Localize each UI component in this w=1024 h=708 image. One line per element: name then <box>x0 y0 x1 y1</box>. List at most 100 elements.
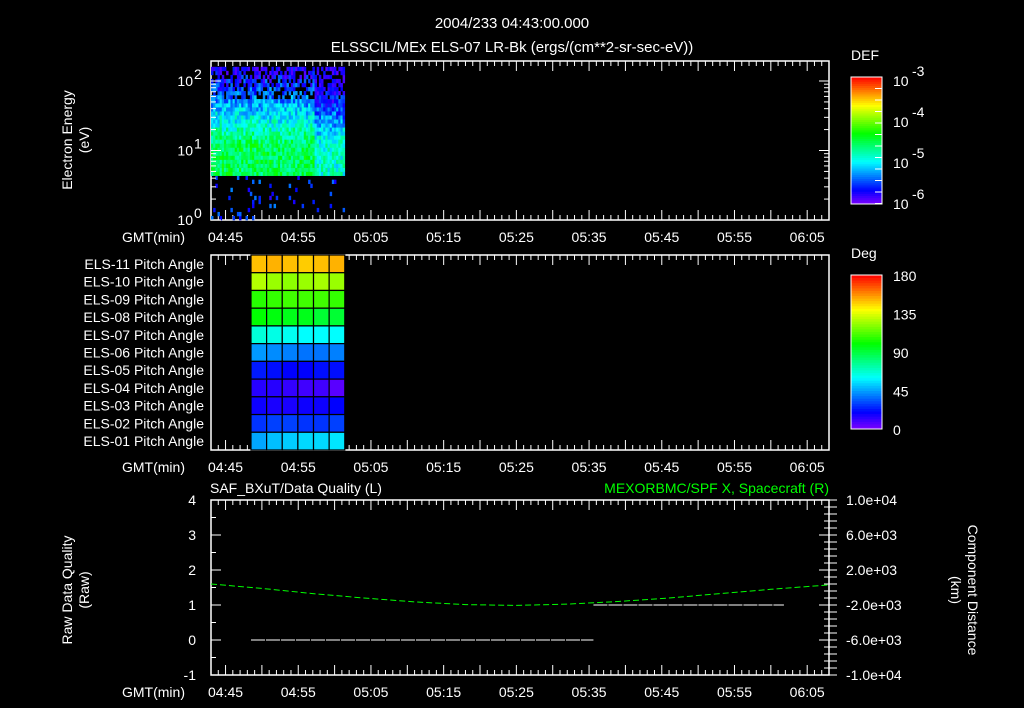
spectrogram-cell <box>232 155 236 160</box>
colorbar-deg-tick-label: 0 <box>893 422 901 438</box>
spectrogram-cell <box>249 139 253 144</box>
spectrogram-cell <box>251 103 255 108</box>
spectrogram-cell <box>223 139 227 144</box>
spectrogram-cell <box>318 123 322 128</box>
spectrogram-cell <box>340 70 343 76</box>
spectrogram-cell <box>254 143 257 148</box>
spectrogram-cell <box>290 155 294 160</box>
spectrogram-cell <box>316 155 320 160</box>
spectrogram-cell <box>277 171 281 176</box>
spectrogram-cell <box>219 143 223 148</box>
spectrogram-cell <box>221 139 225 144</box>
spectrogram-cell <box>228 167 231 172</box>
spectrogram-cell <box>333 95 337 100</box>
spectrogram-cell <box>277 155 281 160</box>
spectrogram-cell <box>308 131 311 136</box>
spectrogram-cell <box>310 115 313 120</box>
spectrogram-cell <box>258 147 261 152</box>
spectrogram-cell <box>312 159 315 164</box>
spectrogram-cell <box>226 127 229 132</box>
spectrogram-cell <box>314 115 318 120</box>
spectrogram-cell <box>249 123 253 128</box>
energy-tick-label: 10 <box>177 73 193 89</box>
spectrogram-cell <box>251 123 255 128</box>
spectrogram-cell <box>284 123 287 128</box>
spectrogram-cell <box>230 159 233 164</box>
spectrogram-cell <box>299 131 302 136</box>
spectrogram-cell <box>213 123 216 128</box>
spectrogram-cell <box>299 74 302 80</box>
spectrogram-cell <box>273 155 277 160</box>
x-tick-label: 06:05 <box>790 459 825 475</box>
spectrogram-cell <box>269 107 272 112</box>
spectrogram-cell <box>262 147 266 152</box>
spectrogram-cell <box>325 167 328 172</box>
spectrogram-cell <box>273 70 277 76</box>
spectrogram-cell <box>299 163 302 168</box>
spectrogram-cell <box>267 127 270 132</box>
spectrogram-cell <box>290 119 294 124</box>
spectrogram-cell <box>288 123 292 128</box>
spectrogram-cell <box>336 119 339 124</box>
spectrogram-cell <box>219 159 223 164</box>
spectrogram-cell <box>318 99 322 104</box>
spectrogram-cell <box>217 103 220 108</box>
spectrogram-cell <box>290 86 294 92</box>
spectrogram-cell <box>305 115 309 120</box>
spectrogram-cell <box>292 143 296 148</box>
spectrogram-cell <box>286 111 289 116</box>
spectrogram-cell <box>230 95 233 100</box>
spectrogram-cell <box>301 66 305 72</box>
spectrogram-cell <box>264 91 268 96</box>
pitch-angle-cell <box>266 360 283 380</box>
spectrogram-cell <box>297 99 300 104</box>
spectrogram-cell <box>262 119 266 124</box>
spectrogram-cell <box>323 127 326 132</box>
spectrogram-cell <box>260 123 264 128</box>
spectrogram-cell <box>254 159 257 164</box>
spectrogram-cell <box>318 111 322 116</box>
spectrogram-cell <box>316 147 320 152</box>
spectrogram-cell <box>292 163 296 168</box>
spectrogram-cell <box>314 119 318 124</box>
spectrogram-cell <box>308 171 311 176</box>
spectrogram-cell <box>232 86 236 92</box>
spectrogram-cell <box>325 123 328 128</box>
pitch-angle-cell <box>297 413 315 433</box>
pitch-angle-cell <box>312 396 330 416</box>
spectrogram-cell <box>325 147 328 152</box>
spectrogram-cell <box>213 119 216 124</box>
distance-tick-label: 2.0e+03 <box>846 562 897 578</box>
spectrogram-cell <box>260 135 264 140</box>
spectrogram-cell <box>258 171 261 176</box>
spectrogram-cell <box>269 139 272 144</box>
spectrogram-cell <box>223 163 227 168</box>
spectrogram-cell <box>297 115 300 120</box>
pitch-row-label: ELS-06 Pitch Angle <box>83 345 204 361</box>
spectrogram-cell <box>336 86 339 92</box>
spectrogram-cell <box>325 135 328 140</box>
pitch-angle-cell <box>266 343 283 362</box>
pitch-angle-cell <box>297 431 315 451</box>
spectrogram-cell <box>251 127 255 132</box>
spectrogram-cell <box>286 155 289 160</box>
spectrogram-cell <box>267 123 270 128</box>
spectrogram-cell <box>305 143 309 148</box>
spectrogram-cell <box>247 82 251 88</box>
spectrogram-cell <box>325 143 328 148</box>
spectrogram-cell <box>273 147 277 152</box>
spectrogram-cell <box>277 163 281 168</box>
spectrogram-cell <box>333 119 337 124</box>
spectrogram-cell <box>254 103 257 108</box>
spectrogram-cell <box>251 86 255 92</box>
spectrogram-cell <box>316 167 320 172</box>
spectrogram-cell <box>262 143 266 148</box>
spectrogram-cell <box>316 111 320 116</box>
spectrogram-cell <box>241 127 244 132</box>
spectrogram-cell <box>280 119 283 124</box>
energy-tick-label: 10 <box>177 143 193 159</box>
spectrogram-cell <box>213 82 216 88</box>
pitch-angle-cell <box>281 272 299 292</box>
spectrogram-cell <box>251 171 255 176</box>
spectrogram-cell <box>217 159 220 164</box>
